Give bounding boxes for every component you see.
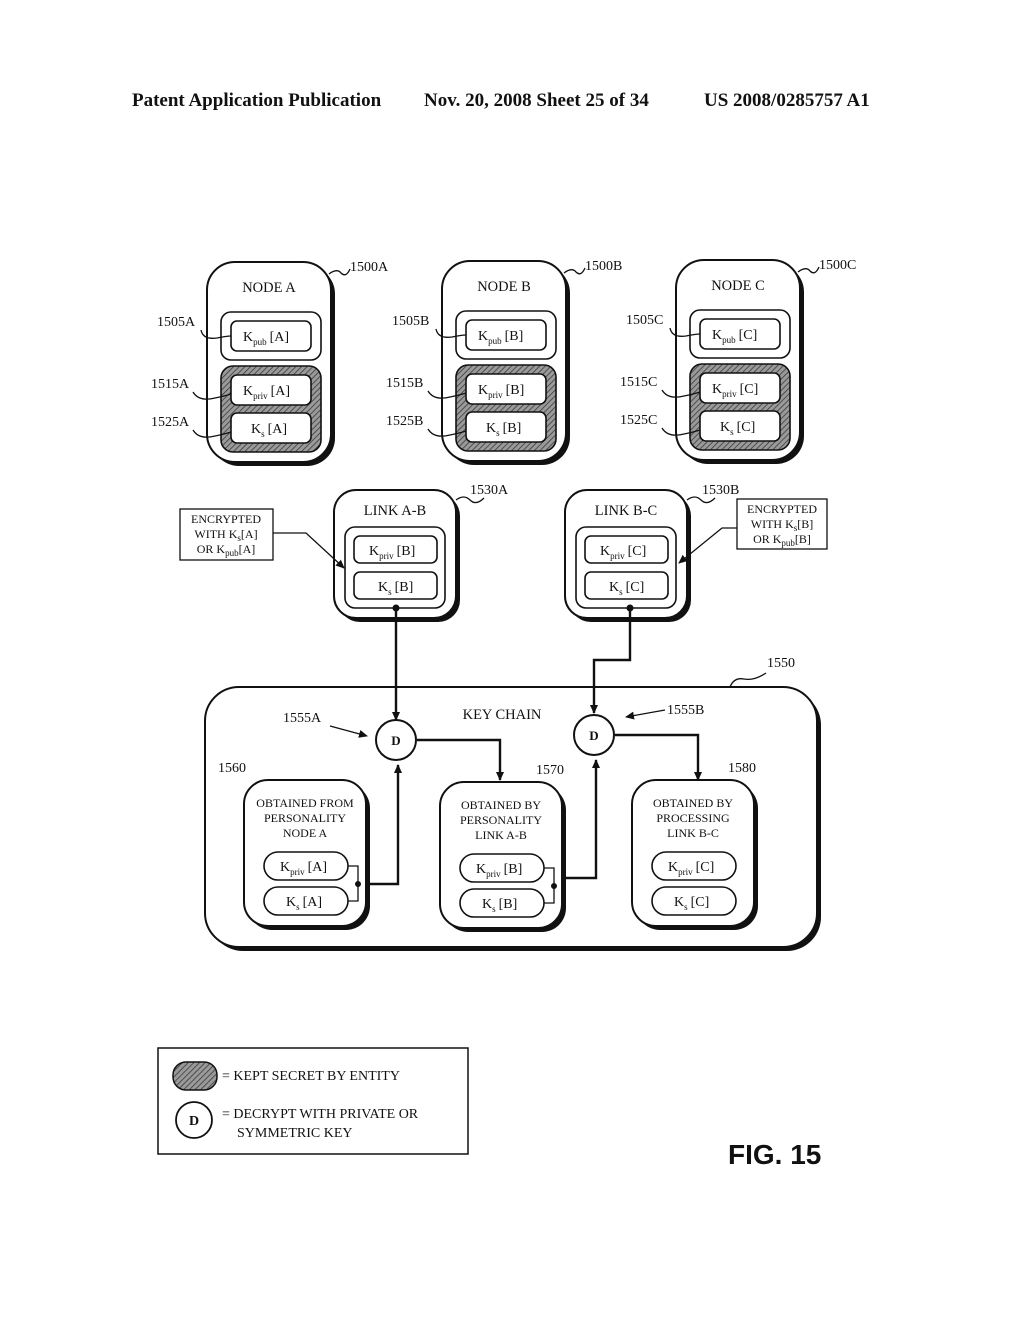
svg-text:ENCRYPTED: ENCRYPTED	[191, 512, 261, 526]
link-b-c-title: LINK B-C	[595, 503, 657, 519]
link-a-b: LINK A-B Kpriv [B] Ks [B] 1530A	[333, 483, 509, 622]
node-title: NODE B	[477, 279, 531, 295]
svg-text:ENCRYPTED: ENCRYPTED	[747, 502, 817, 516]
node-c: NODE CKpub [C]Kpriv [C]Ks [C]1500C1505C1515…	[620, 258, 856, 464]
pub-ref: 1505A	[157, 315, 196, 330]
keychain-box-caption: PERSONALITY	[264, 811, 346, 825]
ks-ref: 1525B	[386, 414, 423, 429]
link-a-b-title: LINK A-B	[364, 503, 426, 519]
priv-ref: 1515B	[386, 376, 423, 391]
svg-text:WITH Ks[B]: WITH Ks[B]	[751, 517, 814, 533]
figure-label: FIG. 15	[728, 1139, 821, 1170]
legend-secret-text: = KEPT SECRET BY ENTITY	[222, 1069, 400, 1084]
node-a: NODE AKpub [A]Kpriv [A]Ks [A]1500A1505A1515…	[151, 260, 389, 466]
keychain-box-ref: 1580	[728, 761, 756, 776]
symmetric-key: Ks [A]	[251, 422, 287, 439]
node-b: NODE BKpub [B]Kpriv [B]Ks [B]1500B1505B1515…	[386, 259, 622, 465]
pub-ref: 1505C	[626, 313, 663, 328]
keychain-box-caption: OBTAINED BY	[653, 796, 733, 810]
decrypt-b-ref: 1555B	[667, 703, 704, 718]
node-ref: 1500C	[819, 258, 856, 273]
fig15-diagram: NODE AKpub [A]Kpriv [A]Ks [A]1500A1505A1515…	[151, 258, 856, 1170]
symmetric-key: Ks [B]	[486, 421, 521, 438]
symmetric-key: Ks [A]	[286, 895, 322, 912]
key-chain-ref: 1550	[767, 656, 795, 671]
keychain-box-caption: PROCESSING	[656, 811, 730, 825]
node-title: NODE A	[242, 280, 296, 296]
link-a-b-s-key: Ks [B]	[378, 580, 413, 597]
svg-text:D: D	[189, 1114, 199, 1129]
keychain-box-caption: PERSONALITY	[460, 813, 542, 827]
symmetric-key: Ks [C]	[674, 895, 709, 912]
keychain-box-ref: 1570	[536, 763, 564, 778]
keychain-box-caption: OBTAINED FROM	[256, 796, 354, 810]
node-ref: 1500A	[350, 260, 389, 275]
keychain-box-1570: OBTAINED BYPERSONALITYLINK A-BKpriv [B]Ks…	[439, 763, 566, 932]
symmetric-key: Ks [C]	[720, 420, 755, 437]
link-b-c-ref: 1530B	[702, 483, 739, 498]
node-title: NODE C	[711, 278, 765, 294]
legend: = KEPT SECRET BY ENTITY D = DECRYPT WITH…	[157, 1047, 469, 1155]
ks-ref: 1525A	[151, 415, 190, 430]
keychain-box-1580: OBTAINED BYPROCESSINGLINK B-CKpriv [C]Ks[…	[631, 761, 758, 930]
symmetric-key: Ks [B]	[482, 897, 517, 914]
decrypt-a-ref: 1555A	[283, 711, 322, 726]
key-chain-title: KEY CHAIN	[463, 707, 542, 723]
legend-decrypt-text-2: SYMMETRIC KEY	[237, 1126, 353, 1141]
keychain-box-caption: OBTAINED BY	[461, 798, 541, 812]
keychain-box-caption: LINK B-C	[667, 826, 719, 840]
keychain-box-caption: LINK A-B	[475, 828, 527, 842]
link-b-c: LINK B-C Kpriv [C] Ks [C] 1530B	[564, 483, 739, 622]
keychain-box-ref: 1560	[218, 761, 246, 776]
encrypted-note-a-b: ENCRYPTED WITH Ks[A] OR Kpub[A]	[179, 508, 345, 569]
pub-ref: 1505B	[392, 314, 429, 329]
legend-decrypt-text: = DECRYPT WITH PRIVATE OR	[222, 1107, 419, 1122]
svg-text:WITH Ks[A]: WITH Ks[A]	[194, 527, 257, 543]
link-a-b-ref: 1530A	[470, 483, 509, 498]
svg-text:D: D	[589, 728, 598, 743]
encrypted-note-b-c: ENCRYPTED WITH Ks[B] OR Kpub[B]	[678, 498, 828, 564]
keychain-box-caption: NODE A	[283, 826, 328, 840]
priv-ref: 1515C	[620, 375, 657, 390]
link-b-c-s-key: Ks [C]	[609, 580, 644, 597]
priv-ref: 1515A	[151, 377, 190, 392]
svg-text:D: D	[391, 733, 400, 748]
node-ref: 1500B	[585, 259, 622, 274]
ks-ref: 1525C	[620, 413, 657, 428]
secret-swatch-icon	[172, 1061, 218, 1091]
